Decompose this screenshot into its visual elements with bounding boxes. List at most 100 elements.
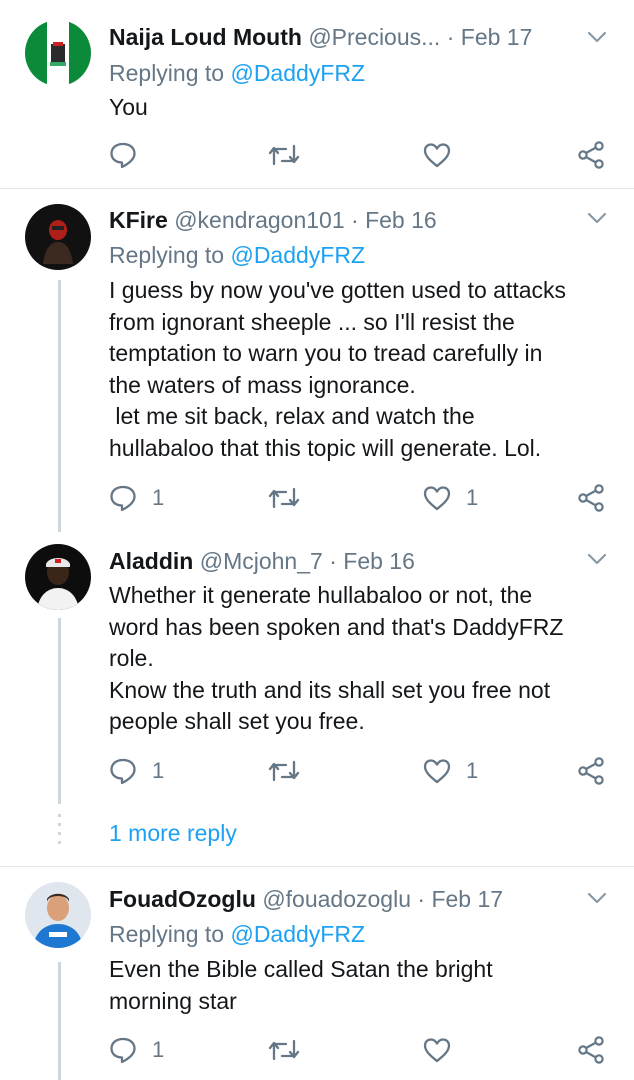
tweet-2[interactable]: KFire @kendragon101 · Feb 16 Replying to…: [0, 189, 634, 529]
retweet-icon: [268, 1039, 300, 1061]
heart-icon: [423, 486, 451, 511]
replying-to-label: Replying to: [109, 921, 225, 947]
thread-line: [58, 962, 61, 1080]
tweet-actions: 1: [108, 1033, 608, 1067]
user-handle[interactable]: @fouadozoglu: [262, 886, 411, 912]
more-replies-link[interactable]: 1 more reply: [109, 818, 237, 848]
share-button[interactable]: [576, 754, 606, 788]
separator-dot: ·: [351, 207, 359, 233]
tweet-1[interactable]: Naija Loud Mouth @Precious... · Feb 17 R…: [0, 0, 634, 188]
share-icon: [578, 484, 604, 512]
heart-icon: [423, 1038, 451, 1063]
display-name[interactable]: Naija Loud Mouth: [109, 24, 302, 50]
avatar[interactable]: [25, 20, 91, 86]
tweet-date[interactable]: Feb 16: [365, 207, 437, 233]
tweet-header: FouadOzoglu @fouadozoglu · Feb 17: [109, 884, 582, 914]
reply-button[interactable]: [108, 138, 138, 172]
tweet-header: Naija Loud Mouth @Precious... · Feb 17: [109, 22, 582, 52]
nigeria-flag-avatar: [25, 20, 91, 86]
reply-icon: [110, 1037, 136, 1064]
reply-icon: [110, 758, 136, 785]
tweet-text: You: [109, 92, 614, 124]
tweet-actions: [108, 138, 608, 172]
display-name[interactable]: Aladdin: [109, 548, 193, 574]
chevron-down-icon[interactable]: [586, 548, 608, 570]
reply-button[interactable]: 1: [108, 754, 164, 788]
thread-line: [58, 280, 61, 532]
tweet-date[interactable]: Feb 17: [431, 886, 503, 912]
replying-to-handle[interactable]: @DaddyFRZ: [230, 921, 365, 947]
retweet-icon: [268, 760, 300, 782]
tweet-text-line: I guess by now you've gotten used to att…: [109, 277, 567, 303]
tweet-text-line: You: [109, 94, 148, 120]
tweet-text: I guess by now you've gotten used to att…: [109, 275, 614, 465]
reply-count: 1: [152, 1037, 165, 1062]
tweet-text-line: hullabaloo that this topic will generate…: [109, 434, 542, 461]
tweet-header: Aladdin @Mcjohn_7 · Feb 16: [109, 546, 582, 576]
avatar[interactable]: [25, 204, 91, 270]
fouad-avatar: [25, 882, 91, 948]
chevron-down-icon[interactable]: [586, 26, 608, 48]
retweet-icon: [268, 487, 300, 509]
retweet-button[interactable]: [268, 754, 300, 788]
thread-line: [58, 618, 61, 804]
avatar[interactable]: [25, 544, 91, 610]
reply-count: 1: [152, 758, 165, 783]
replying-to-label: Replying to: [109, 242, 225, 268]
tweet-date[interactable]: Feb 16: [343, 548, 415, 574]
retweet-icon: [268, 144, 300, 166]
chevron-down-icon[interactable]: [586, 207, 608, 229]
display-name[interactable]: FouadOzoglu: [109, 886, 256, 912]
chevron-down-icon[interactable]: [586, 887, 608, 909]
tweet-text-line: Even the Bible called Satan the bright: [109, 956, 493, 982]
tweet-text-line: people shall set you free.: [109, 708, 365, 735]
replying-to-handle[interactable]: @DaddyFRZ: [230, 60, 365, 86]
like-count: 1: [466, 758, 479, 783]
display-name[interactable]: KFire: [109, 207, 168, 233]
replying-to: Replying to @DaddyFRZ: [109, 919, 365, 949]
separator-dot: ·: [417, 886, 426, 912]
tweet-header: KFire @kendragon101 · Feb 16: [109, 205, 582, 235]
thread-dots: [58, 814, 61, 850]
like-button[interactable]: [422, 1033, 452, 1067]
tweet-text-line: word has been spoken and that's DaddyFRZ: [109, 613, 564, 640]
tweet-text-line: temptation to warn you to tread carefull…: [109, 340, 543, 367]
tweet-actions: 1 1: [108, 481, 608, 515]
separator-dot: ·: [446, 24, 455, 50]
user-handle[interactable]: @Precious...: [308, 24, 440, 50]
reply-button[interactable]: 1: [108, 481, 164, 515]
tweet-text-line: morning star: [109, 987, 237, 1014]
user-handle[interactable]: @kendragon101: [174, 207, 344, 233]
like-button[interactable]: [422, 138, 452, 172]
retweet-button[interactable]: [268, 481, 300, 515]
reply-icon: [110, 485, 136, 512]
kfire-avatar: [25, 204, 91, 270]
share-icon: [578, 141, 604, 169]
user-handle[interactable]: @Mcjohn_7: [200, 548, 323, 574]
avatar[interactable]: [25, 882, 91, 948]
share-button[interactable]: [576, 481, 606, 515]
share-button[interactable]: [576, 138, 606, 172]
share-button[interactable]: [576, 1033, 606, 1067]
replying-to-label: Replying to: [109, 60, 225, 86]
like-button[interactable]: 1: [422, 754, 478, 788]
tweet-text: Even the Bible called Satan the bright m…: [109, 954, 614, 1017]
tweet-3[interactable]: Aladdin @Mcjohn_7 · Feb 16 Whether it ge…: [0, 530, 634, 805]
tweet-date[interactable]: Feb 17: [461, 24, 533, 50]
tweet-4[interactable]: FouadOzoglu @fouadozoglu · Feb 17 Replyi…: [0, 867, 634, 1080]
replying-to-handle[interactable]: @DaddyFRZ: [230, 242, 365, 268]
retweet-button[interactable]: [268, 138, 300, 172]
share-icon: [578, 1036, 604, 1064]
heart-icon: [423, 143, 451, 168]
tweet-text-line: the waters of mass ignorance.: [109, 371, 416, 398]
separator-dot: ·: [329, 548, 337, 574]
reply-count: 1: [152, 485, 165, 510]
retweet-button[interactable]: [268, 1033, 300, 1067]
replying-to: Replying to @DaddyFRZ: [109, 240, 365, 270]
tweet-text-line: Whether it generate hullabaloo or not, t…: [109, 582, 533, 608]
tweet-actions: 1 1: [108, 754, 608, 788]
reply-button[interactable]: 1: [108, 1033, 164, 1067]
tweet-text-line: Know the truth and its shall set you fre…: [109, 676, 551, 703]
replying-to: Replying to @DaddyFRZ: [109, 58, 365, 88]
like-button[interactable]: 1: [422, 481, 478, 515]
